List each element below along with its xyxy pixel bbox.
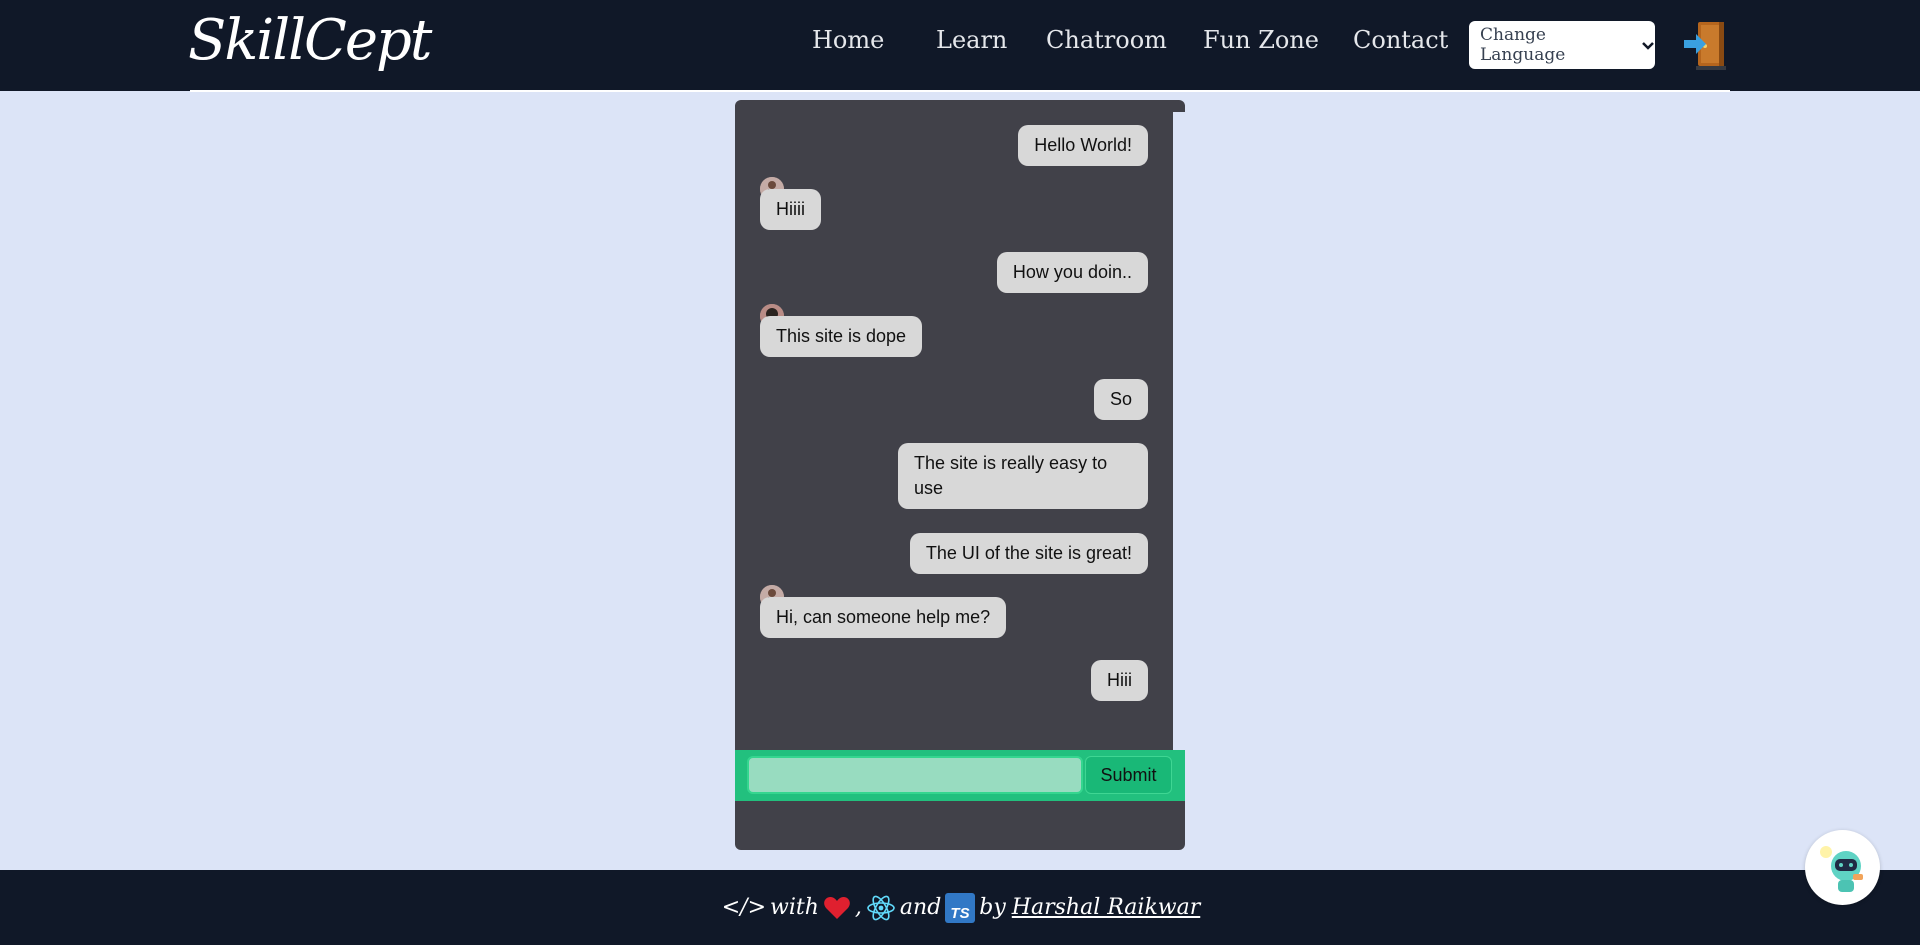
chatbot-button[interactable]: [1805, 830, 1880, 905]
chat-message-sent: How you doin..: [996, 252, 1148, 293]
chat-message-received: Hiiii: [760, 189, 821, 230]
chat-message-sent: Hiii: [1091, 660, 1148, 701]
nav-contact[interactable]: Contact: [1353, 26, 1448, 54]
site-logo[interactable]: SkillCept: [188, 8, 432, 73]
chat-message-sent: Hello World!: [1018, 125, 1148, 166]
heart-icon: [821, 895, 853, 920]
react-icon: [864, 894, 898, 922]
chat-message-received: Hi, can someone help me?: [760, 597, 1007, 638]
chevron-down-icon: [1641, 36, 1655, 55]
nav-fun-zone[interactable]: Fun Zone: [1203, 26, 1319, 54]
message-input-bar: Submit: [735, 750, 1185, 801]
change-language-label: Change Language: [1480, 25, 1566, 65]
footer: </> with , and TS by Harshal Raikwar: [0, 870, 1920, 945]
navbar-divider: [190, 90, 1730, 92]
chat-message-sent: The site is really easy to use: [898, 443, 1148, 509]
nav-learn[interactable]: Learn: [936, 26, 1007, 54]
typescript-icon: TS: [943, 892, 977, 923]
chat-message-received: This site is dope: [760, 316, 923, 357]
footer-with-text: with: [770, 895, 819, 920]
author-link[interactable]: Harshal Raikwar: [1012, 895, 1200, 920]
robot-icon: [1820, 846, 1863, 892]
chat-panel: Hello World! Hiiii How you doin.. This s…: [735, 100, 1185, 850]
chat-scrollbar[interactable]: [1173, 112, 1185, 750]
footer-by-text: by: [979, 895, 1006, 920]
chat-message-sent: So: [1093, 379, 1148, 420]
navbar: SkillCept Home Learn Chatroom Fun Zone C…: [0, 0, 1920, 91]
change-language-select[interactable]: Change Language: [1469, 21, 1655, 69]
chat-message-sent: The UI of the site is great!: [909, 533, 1148, 574]
footer-code-text: </>: [721, 895, 767, 920]
footer-and-text: and: [899, 895, 942, 920]
svg-text:TS: TS: [951, 905, 970, 922]
message-input[interactable]: [747, 756, 1083, 794]
logout-door-icon[interactable]: [1682, 18, 1728, 72]
nav-chatroom[interactable]: Chatroom: [1046, 26, 1167, 54]
submit-button[interactable]: Submit: [1085, 756, 1172, 794]
nav-home[interactable]: Home: [812, 26, 884, 54]
